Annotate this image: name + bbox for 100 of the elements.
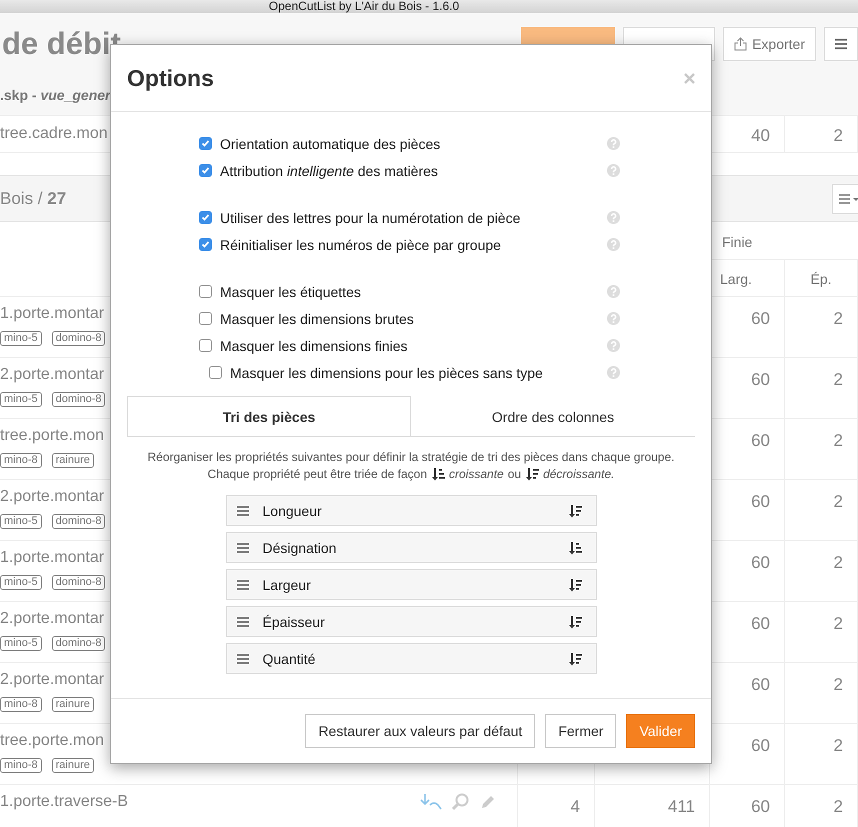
checkbox[interactable] bbox=[199, 238, 212, 251]
tag: mino-5 bbox=[0, 575, 42, 590]
column-group-header: Finie bbox=[722, 234, 752, 250]
file-label: .skp - vue_gener bbox=[0, 87, 111, 103]
menu-caret-icon bbox=[839, 194, 858, 204]
window-title: OpenCutList by L'Air du Bois - 1.6.0 bbox=[268, 0, 460, 13]
table-cell: 4 bbox=[570, 797, 580, 817]
sort-item[interactable]: Épaisseur bbox=[226, 606, 596, 637]
part-name: 2.porte.montar bbox=[0, 610, 104, 628]
tag: rainure bbox=[52, 697, 94, 712]
tag: rainure bbox=[52, 758, 94, 773]
table-cell: 2 bbox=[834, 492, 843, 512]
option-label: Attribution intelligente des matières bbox=[220, 162, 438, 178]
table-cell: 2 bbox=[834, 675, 843, 695]
table-cell: 60 bbox=[751, 675, 770, 695]
checkbox[interactable] bbox=[199, 285, 212, 298]
tag: rainure bbox=[52, 453, 94, 468]
table-cell: 2 bbox=[834, 797, 843, 817]
tag: domino-8 bbox=[52, 392, 106, 407]
table-cell: 2 bbox=[834, 370, 843, 390]
checkbox[interactable] bbox=[199, 137, 212, 150]
pencil-icon[interactable] bbox=[480, 794, 496, 810]
tag: domino-8 bbox=[52, 575, 106, 590]
checkbox[interactable] bbox=[199, 211, 212, 224]
tag: mino-8 bbox=[0, 453, 42, 468]
tag: mino-5 bbox=[0, 392, 42, 407]
sort-item-label: Largeur bbox=[262, 576, 312, 592]
checkbox[interactable] bbox=[199, 312, 212, 325]
sort-item[interactable]: Désignation bbox=[226, 532, 596, 563]
sort-ascending-icon bbox=[431, 467, 446, 481]
sort-item-label: Désignation bbox=[262, 540, 338, 556]
option-label: Masquer les dimensions finies bbox=[220, 338, 408, 354]
table-cell: 60 bbox=[751, 431, 770, 451]
group-title: Bois / 27 bbox=[0, 188, 66, 208]
part-name: 1.porte.montar bbox=[0, 305, 104, 323]
option-label: Réinitialiser les numéros de pièce par groupe bbox=[220, 236, 501, 252]
sort-item-label: Quantité bbox=[262, 650, 316, 666]
sort-item[interactable]: Quantité bbox=[226, 643, 596, 674]
part-name: tree.cadre.mon bbox=[0, 125, 108, 143]
download-icon[interactable] bbox=[420, 793, 442, 811]
table-cell: 2 bbox=[834, 309, 843, 329]
search-icon[interactable] bbox=[452, 793, 470, 811]
option-label: Utiliser des lettres pour la numérotation de pièce bbox=[220, 210, 520, 226]
sort-descending-icon bbox=[525, 467, 540, 481]
export-icon bbox=[734, 37, 748, 51]
table-cell: 60 bbox=[751, 370, 770, 390]
sort-descending-icon bbox=[568, 652, 582, 666]
column-header: Larg. bbox=[720, 271, 752, 287]
export-button[interactable]: Exporter bbox=[723, 27, 816, 61]
table-cell: 60 bbox=[751, 553, 770, 573]
table-cell: 40 bbox=[751, 126, 770, 146]
column-header: Ép. bbox=[810, 271, 832, 287]
part-name: tree.porte.mon bbox=[0, 427, 104, 445]
part-name: 2.porte.montar bbox=[0, 671, 104, 689]
hint-text: croissante bbox=[449, 467, 504, 481]
option-label: Orientation automatique des pièces bbox=[220, 136, 440, 152]
checkbox[interactable] bbox=[199, 339, 212, 352]
table-cell: 60 bbox=[751, 736, 770, 756]
drag-handle-icon[interactable] bbox=[236, 616, 248, 626]
table-cell: 411 bbox=[668, 797, 695, 817]
menu-button[interactable] bbox=[832, 184, 858, 214]
table-cell: 2 bbox=[834, 736, 843, 756]
sort-item[interactable]: Largeur bbox=[226, 569, 596, 600]
table-cell: 2 bbox=[834, 614, 843, 634]
tag: domino-8 bbox=[52, 636, 106, 651]
drag-handle-icon[interactable] bbox=[236, 542, 248, 552]
drag-handle-icon[interactable] bbox=[236, 654, 248, 664]
tag: mino-5 bbox=[0, 331, 42, 346]
hint-text: décroissante. bbox=[543, 467, 614, 481]
dialog-button[interactable]: Restaurer aux valeurs par défaut bbox=[305, 714, 536, 748]
checkbox[interactable] bbox=[209, 366, 222, 379]
hint-text: ou bbox=[508, 467, 522, 481]
drag-handle-icon[interactable] bbox=[236, 580, 248, 590]
dialog-button[interactable]: Fermer bbox=[545, 714, 616, 748]
dialog-title: Options bbox=[127, 64, 214, 92]
sort-item-label: Longueur bbox=[262, 502, 323, 518]
menu-icon bbox=[835, 38, 847, 50]
sort-descending-icon bbox=[568, 504, 582, 518]
table-cell: 60 bbox=[751, 492, 770, 512]
part-name: 2.porte.montar bbox=[0, 488, 104, 506]
checkbox[interactable] bbox=[199, 164, 212, 177]
part-name: 1.porte.montar bbox=[0, 549, 104, 567]
sort-descending-icon bbox=[568, 614, 582, 628]
sort-item[interactable]: Longueur bbox=[226, 495, 596, 526]
tab[interactable]: Tri des pièces bbox=[127, 396, 411, 436]
table-cell: 60 bbox=[751, 797, 770, 817]
part-name: 2.porte.montar bbox=[0, 366, 104, 384]
table-cell: 2 bbox=[834, 126, 843, 146]
sort-item-label: Épaisseur bbox=[262, 614, 326, 630]
tag: mino-5 bbox=[0, 636, 42, 651]
sort-descending-icon bbox=[568, 578, 582, 592]
table-cell: 60 bbox=[751, 614, 770, 634]
table-cell: 2 bbox=[834, 431, 843, 451]
drag-handle-icon[interactable] bbox=[236, 506, 248, 516]
table-cell: 2 bbox=[834, 553, 843, 573]
sort-ascending-icon bbox=[568, 540, 582, 554]
option-label: Masquer les dimensions brutes bbox=[220, 310, 414, 326]
menu-button[interactable] bbox=[824, 27, 858, 61]
description-text: Réorganiser les propriétés suivantes pour définir la stratégie de tri des pièces dans chaque groupe. bbox=[148, 450, 674, 464]
part-name: 1.porte.traverse-B bbox=[0, 793, 128, 811]
